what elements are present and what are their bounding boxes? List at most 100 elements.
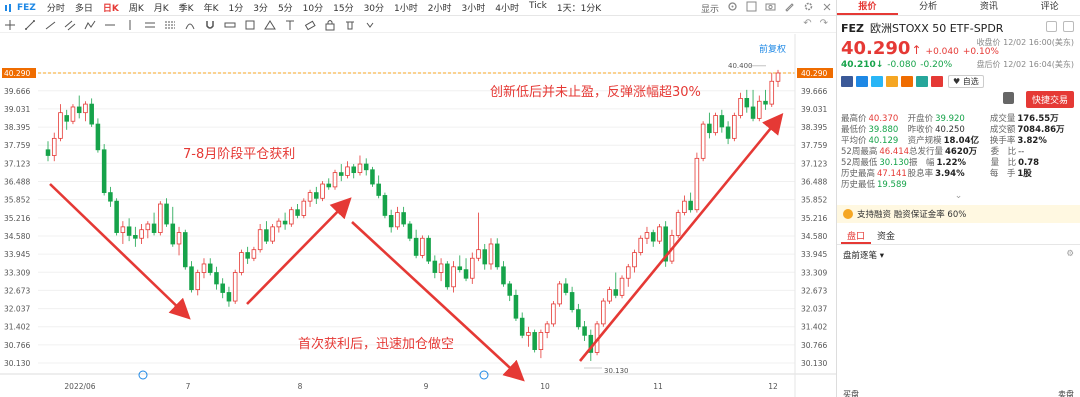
period-tab[interactable]: 月K <box>149 1 174 14</box>
stat-value: 7084.86万 <box>1017 125 1065 135</box>
delete-icon[interactable] <box>340 18 360 32</box>
y-tick-label-left: 32.037 <box>4 305 30 314</box>
window-icon[interactable] <box>1046 21 1057 32</box>
period-tab[interactable]: 1分 <box>223 1 248 14</box>
stat-value: 47.141 <box>877 169 907 179</box>
period-tab[interactable]: 年K <box>199 1 224 14</box>
stat-cell <box>908 180 990 191</box>
stat-row: 平均价 40.129 资产规模 18.04亿 换手率 3.82% <box>841 136 1076 147</box>
period-tab[interactable]: 日K <box>98 1 124 14</box>
period-tab[interactable]: 3小时 <box>457 1 491 14</box>
candlestick-chart[interactable]: 40.290 40.290 39.666 39.666 39.031 39.031 38.3… <box>0 34 836 397</box>
period-tab[interactable]: 3分 <box>248 1 273 14</box>
candle-body <box>95 123 101 151</box>
ray-icon[interactable] <box>40 18 60 32</box>
more-icon[interactable] <box>360 18 380 32</box>
y-tick-label-right: 40.290 <box>801 69 827 78</box>
gear-icon[interactable]: ⚙ <box>1066 249 1074 261</box>
settings-icon[interactable] <box>727 1 738 15</box>
panel-tab[interactable]: 报价 <box>837 0 898 15</box>
period-tab[interactable]: 4小时 <box>490 1 524 14</box>
crosshair-icon[interactable] <box>0 18 20 32</box>
depth-tab[interactable]: 盘口 <box>841 231 872 244</box>
stat-row: 历史最高 47.141 股息率 3.94% 每 手 1股 <box>841 169 1076 180</box>
period-tab[interactable]: 10分 <box>298 1 328 14</box>
period-tab[interactable]: 周K <box>124 1 149 14</box>
depth-tab[interactable]: 资金 <box>871 231 901 244</box>
vertical-line-icon[interactable] <box>120 18 140 32</box>
display-dropdown[interactable]: 显示 <box>701 2 719 15</box>
stat-cell: 52周最低 30.130 <box>841 158 909 169</box>
period-tab[interactable]: 2小时 <box>423 1 457 14</box>
fibonacci-icon[interactable] <box>160 18 180 32</box>
channel-icon[interactable] <box>60 18 80 32</box>
magnet-icon[interactable] <box>200 18 220 32</box>
stat-cell: 股息率 3.94% <box>908 169 990 180</box>
stat-cell: 成交额 7084.86万 <box>990 125 1076 136</box>
popout-icon[interactable] <box>1063 21 1074 32</box>
lock-icon[interactable] <box>1003 92 1014 104</box>
period-tab[interactable]: 15分 <box>328 1 358 14</box>
stat-label: 开盘价 <box>907 114 934 124</box>
y-tick-label-left: 30.766 <box>4 341 30 350</box>
camera-icon[interactable] <box>765 1 776 15</box>
period-tab[interactable]: 多日 <box>70 1 98 14</box>
eraser-icon[interactable] <box>300 18 320 32</box>
candle-body <box>370 169 375 185</box>
period-tab[interactable]: 5分 <box>273 1 298 14</box>
period-tab[interactable]: 季K <box>174 1 199 14</box>
event-marker-icon <box>138 370 148 380</box>
x-tick-label: 10 <box>540 382 550 391</box>
period-tab[interactable]: 1小时 <box>389 1 423 14</box>
rehab-button[interactable]: 前复权 <box>759 42 786 55</box>
candle-body <box>613 289 619 296</box>
chart-type-icon[interactable] <box>2 1 16 15</box>
candle-body <box>139 229 144 239</box>
text-tool-icon[interactable] <box>280 18 300 32</box>
parallel-lines-icon[interactable] <box>140 18 160 32</box>
period-tab[interactable]: 分时 <box>42 1 70 14</box>
gear-icon[interactable] <box>803 1 814 15</box>
quote-header: FEZ 欧洲STOXX 50 ETF-SPDR 40.290 ↑ +0.040 … <box>837 16 1080 114</box>
y-tick-label-right: 36.488 <box>801 178 827 187</box>
stat-label: 总发行量 <box>909 147 944 157</box>
candle-body <box>382 195 388 216</box>
edit-icon[interactable] <box>784 1 795 15</box>
forward-arrow-icon[interactable]: ↷ <box>820 18 828 29</box>
horizontal-line-icon[interactable] <box>100 18 120 32</box>
annotation-text: 创新低后并未止盈，反弹涨幅超30% <box>490 84 701 100</box>
window-icon[interactable] <box>746 1 757 15</box>
pankou-dropdown[interactable]: 盘前逐笔 ▾ <box>843 249 884 261</box>
triangle-icon[interactable] <box>260 18 280 32</box>
back-arrow-icon[interactable]: ↶ <box>803 18 811 29</box>
period-tab[interactable]: 30分 <box>359 1 389 14</box>
close-icon[interactable] <box>822 2 832 15</box>
stat-label: 52周最高 <box>841 147 878 157</box>
expand-chevron-icon[interactable]: ⌄ <box>837 191 1080 203</box>
y-tick-label-left: 39.666 <box>4 87 30 96</box>
kline-chart-area[interactable]: 40.290 40.290 39.666 39.666 39.031 39.031 38.3… <box>0 34 836 397</box>
high-marker-label: 40.400 <box>728 62 753 70</box>
candle-body <box>476 249 481 259</box>
candle-body <box>538 332 544 350</box>
lock-icon[interactable] <box>320 18 340 32</box>
candle-body <box>314 192 319 199</box>
margin-info-row[interactable]: 支持融资 融资保证金率 60% <box>837 205 1080 223</box>
rectangle-icon[interactable] <box>240 18 260 32</box>
favorite-button[interactable]: ♥ 自选 <box>948 75 984 88</box>
measure-icon[interactable] <box>220 18 240 32</box>
period-tab[interactable]: 1天：1分K <box>552 1 606 14</box>
arc-icon[interactable] <box>180 18 200 32</box>
trendline-icon[interactable] <box>20 18 40 32</box>
stat-label: 换手率 <box>989 136 1016 146</box>
panel-tab[interactable]: 分析 <box>898 0 959 15</box>
y-tick-label-right: 30.130 <box>801 359 827 368</box>
quick-trade-button[interactable]: 快捷交易 <box>1025 91 1074 108</box>
candle-body <box>707 123 712 134</box>
candle-body <box>638 237 644 253</box>
period-tab[interactable]: Tick <box>524 1 552 14</box>
candle-body <box>470 257 475 279</box>
polyline-icon[interactable] <box>80 18 100 32</box>
panel-tab[interactable]: 评论 <box>1019 0 1080 15</box>
panel-tab[interactable]: 资讯 <box>959 0 1020 15</box>
